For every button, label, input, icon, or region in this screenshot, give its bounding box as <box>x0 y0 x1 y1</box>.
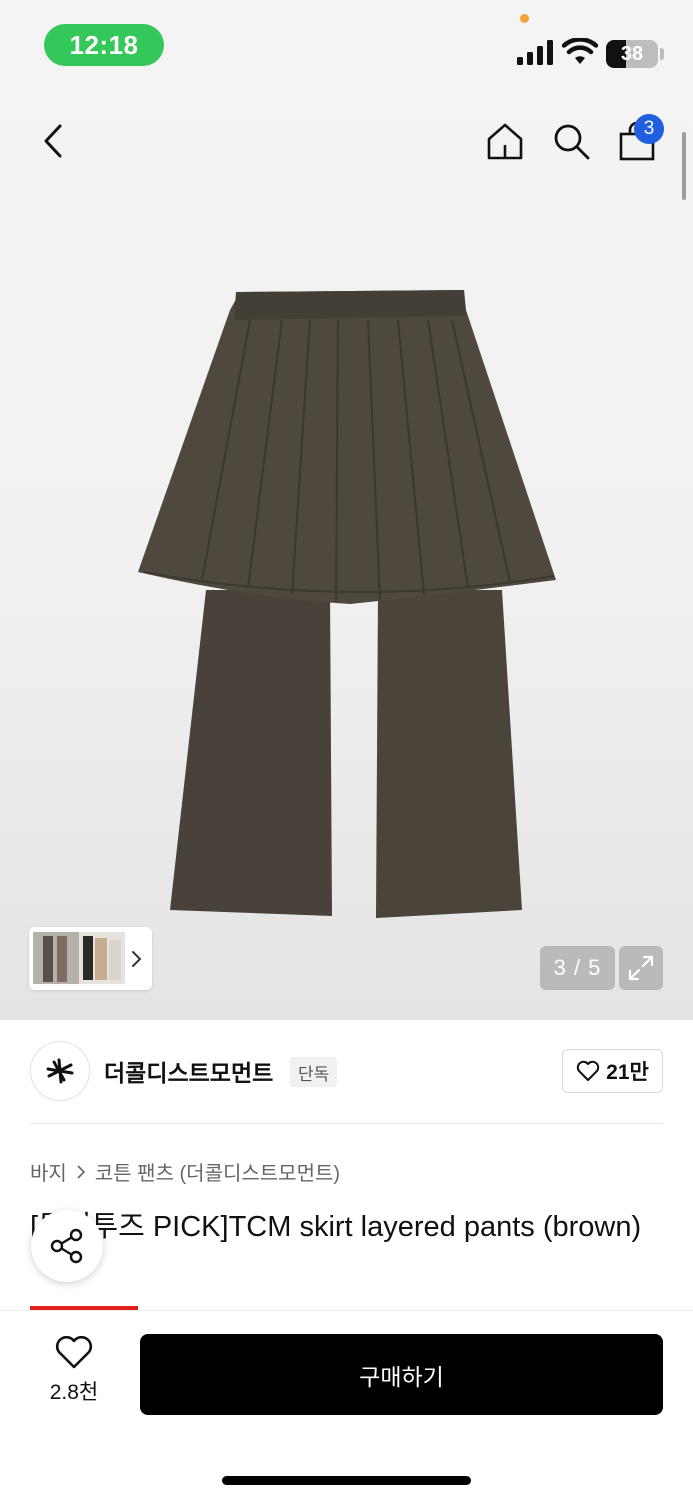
product-gallery[interactable]: 12:18 38 3 3 / 5 <box>0 0 693 1020</box>
back-button[interactable] <box>30 116 76 166</box>
wishlist-count: 2.8천 <box>49 1381 99 1404</box>
wifi-icon <box>562 38 598 64</box>
battery-nub <box>660 48 664 60</box>
brand-like-button[interactable]: 21만 <box>562 1049 663 1093</box>
wishlist-button[interactable]: 2.8천 <box>28 1336 120 1410</box>
home-indicator <box>222 1476 471 1485</box>
battery-icon: 38 <box>606 40 658 68</box>
expand-icon <box>628 955 654 981</box>
expand-button[interactable] <box>619 946 663 990</box>
brand-logo[interactable] <box>30 1041 90 1101</box>
scroll-indicator <box>682 132 686 200</box>
chevron-left-icon <box>44 124 62 158</box>
breadcrumb: 바지 코튼 팬츠 (더콜디스트모먼트) <box>30 1157 340 1186</box>
exclusive-tag: 단독 <box>290 1057 338 1087</box>
cart-count-badge: 3 <box>634 114 664 144</box>
heart-icon <box>576 1060 600 1081</box>
breadcrumb-subcategory[interactable]: 코튼 팬츠 (더콜디스트모먼트) <box>95 1157 340 1186</box>
share-button[interactable] <box>31 1210 103 1282</box>
search-button[interactable] <box>546 116 596 166</box>
brand-name[interactable]: 더콜디스트모먼트 <box>104 1054 273 1088</box>
status-time: 12:18 <box>44 24 164 66</box>
product-title: [뮤지투즈 PICK]TCM skirt layered pants (brow… <box>30 1211 642 1243</box>
status-bar: 12:18 38 <box>0 0 693 90</box>
camera-indicator-dot <box>520 14 529 23</box>
brand-logo-icon <box>46 1058 74 1084</box>
battery-level: 38 <box>620 42 644 65</box>
chevron-right-icon <box>77 1164 85 1179</box>
image-counter: 3 / 5 <box>540 946 615 990</box>
chevron-right-icon[interactable] <box>126 947 146 971</box>
cellular-signal-icon <box>517 40 553 65</box>
brand-like-count: 21만 <box>606 1061 649 1084</box>
home-button[interactable] <box>480 116 530 166</box>
thumbnail-image <box>33 932 125 984</box>
breadcrumb-category[interactable]: 바지 <box>30 1157 67 1186</box>
share-icon <box>50 1228 83 1264</box>
search-icon <box>554 124 590 160</box>
divider <box>30 1123 663 1124</box>
product-image[interactable] <box>130 280 560 930</box>
buy-button[interactable]: 구매하기 <box>140 1334 663 1415</box>
home-icon <box>487 123 523 160</box>
heart-icon <box>55 1336 93 1369</box>
